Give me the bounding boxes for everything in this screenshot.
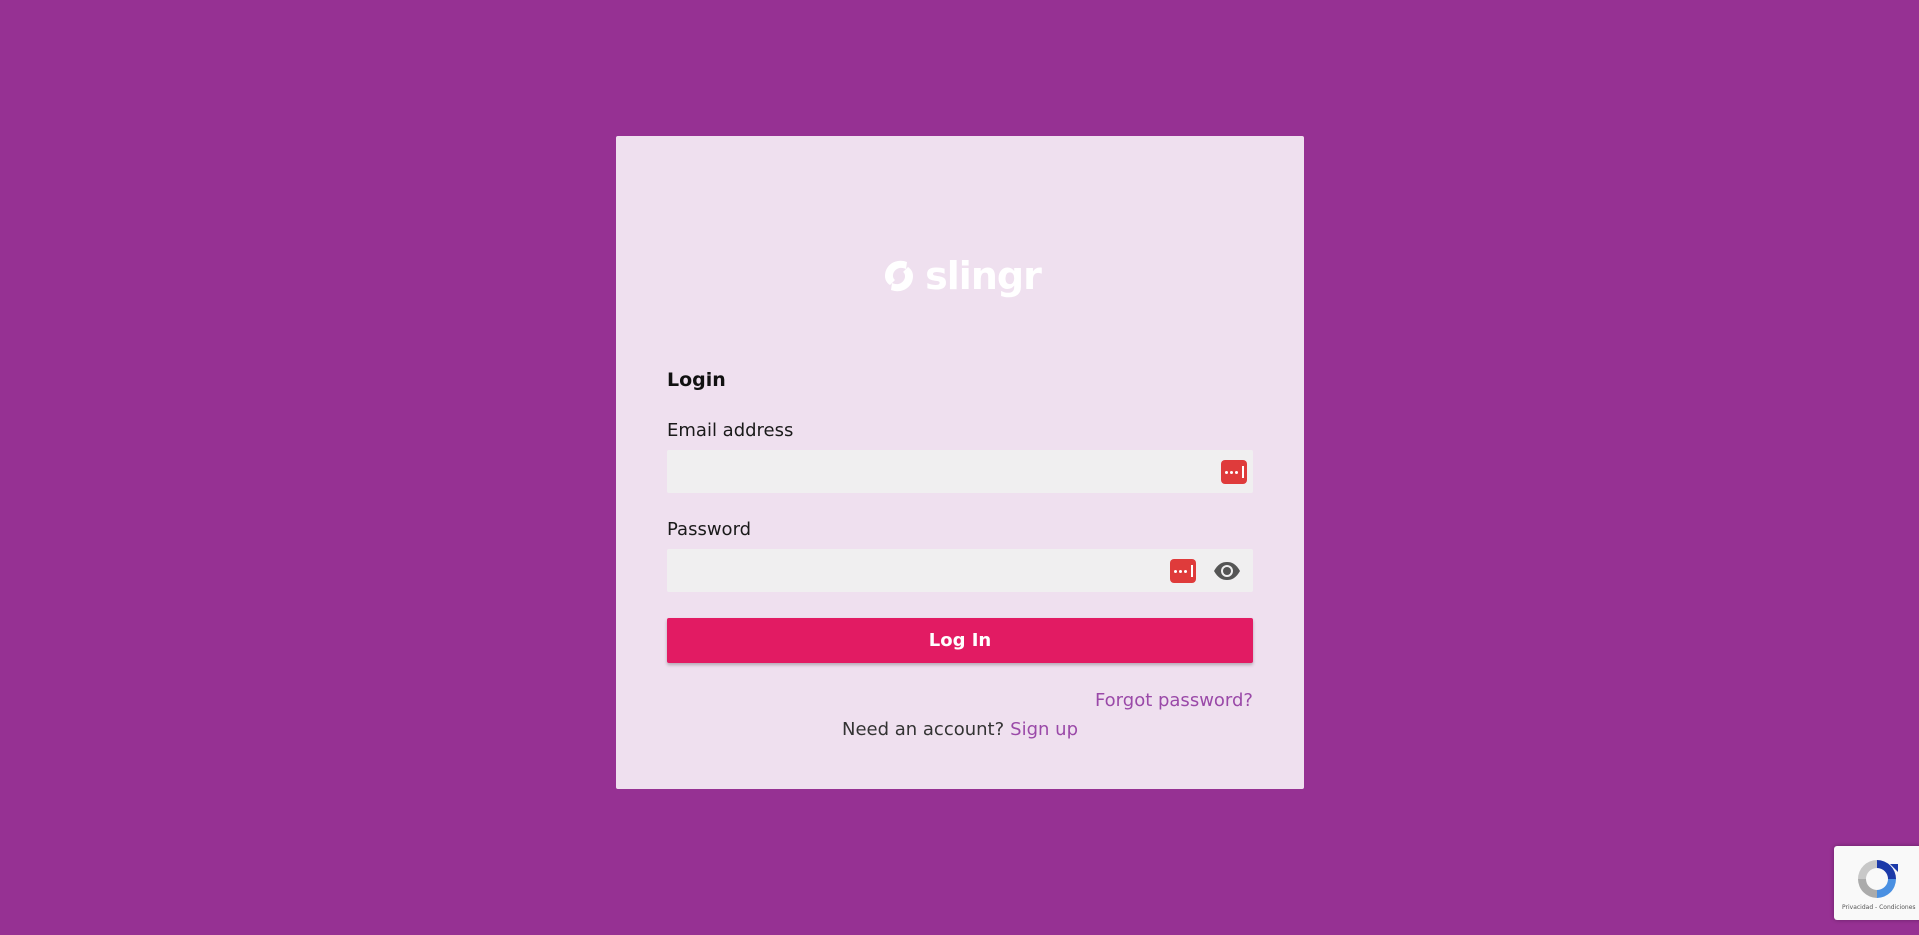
brand-name: slingr [925, 254, 1042, 298]
password-manager-icon[interactable] [1221, 460, 1247, 484]
recaptcha-icon [1858, 860, 1898, 898]
recaptcha-links[interactable]: Privacidad - Condiciones [1842, 904, 1916, 911]
forgot-password-link[interactable]: Forgot password? [1095, 690, 1253, 711]
slingr-swirl-icon [885, 260, 914, 292]
password-field[interactable] [667, 549, 1253, 592]
signup-prompt: Need an account? [841, 719, 1005, 740]
password-field-wrapper [667, 549, 1253, 592]
forgot-row: Forgot password? [667, 689, 1253, 713]
login-button[interactable]: Log In [667, 618, 1253, 663]
recaptcha-badge[interactable]: Privacidad - Condiciones [1834, 846, 1919, 920]
eye-icon[interactable] [1213, 559, 1241, 583]
login-form: Login Email address Password Log In Forg… [667, 366, 1253, 742]
signup-row: Need an account? Sign up [667, 718, 1253, 742]
email-field-wrapper [667, 450, 1253, 493]
email-field[interactable] [667, 450, 1253, 493]
login-card: slingr Login Email address Password Log … [616, 136, 1304, 789]
password-manager-icon[interactable] [1170, 559, 1196, 583]
brand-logo: slingr [616, 256, 1304, 296]
password-label: Password [667, 519, 752, 540]
email-label: Email address [667, 420, 794, 441]
signup-link[interactable]: Sign up [1010, 719, 1078, 740]
form-heading: Login [667, 369, 726, 391]
